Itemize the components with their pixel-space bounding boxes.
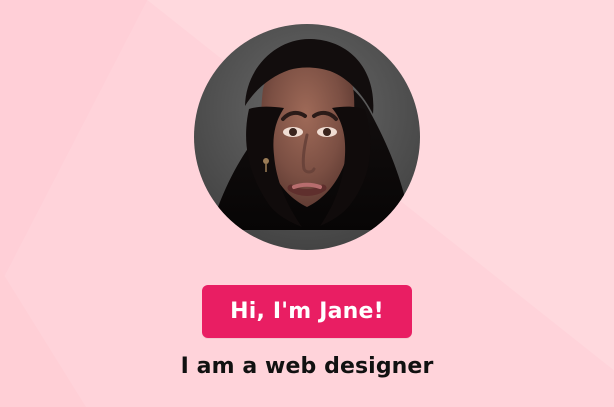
profile-photo-icon <box>194 24 420 250</box>
profile-photo <box>194 24 420 250</box>
profile-card: Hi, I'm Jane! I am a web designer <box>0 0 614 407</box>
profile-tagline: I am a web designer <box>180 354 434 379</box>
greeting-button[interactable]: Hi, I'm Jane! <box>202 285 412 338</box>
